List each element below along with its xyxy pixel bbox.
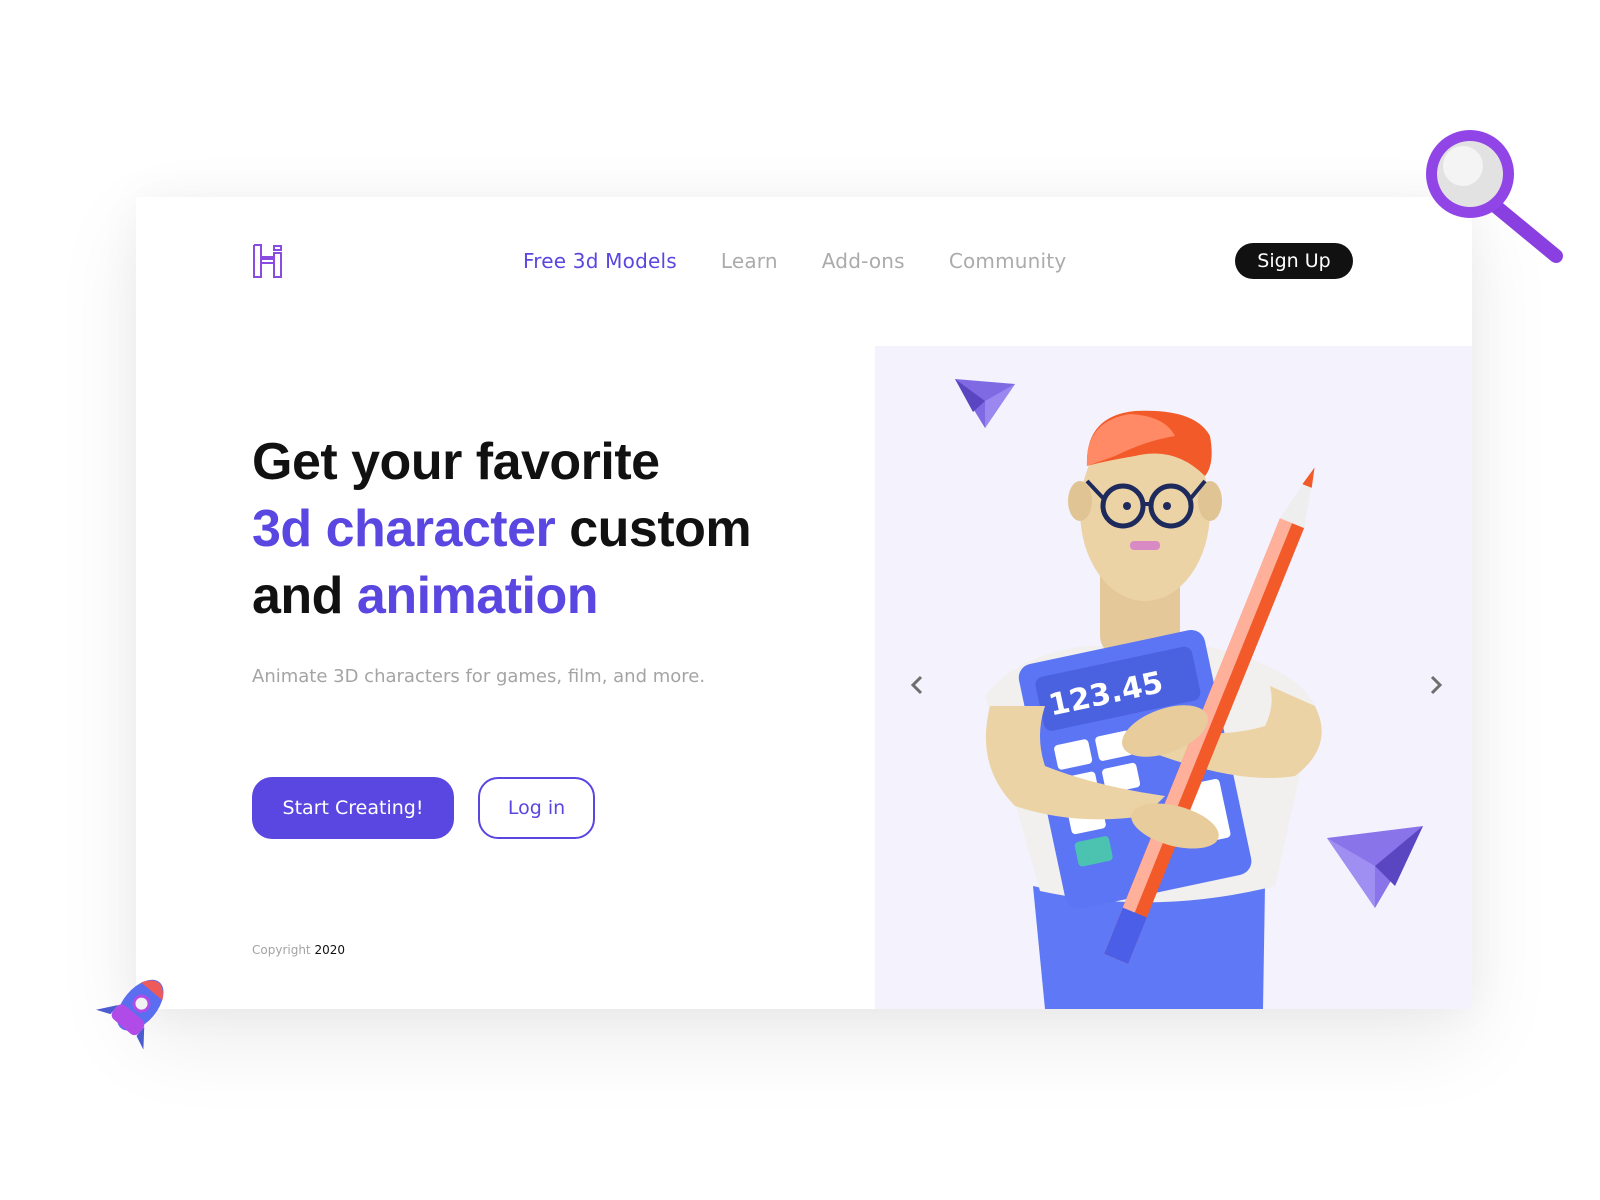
magnifier-icon: [1418, 124, 1568, 274]
chevron-left-icon: [910, 675, 923, 695]
copyright-year: 2020: [314, 943, 346, 957]
start-creating-button[interactable]: Start Creating!: [252, 777, 454, 839]
hero-subtext: Animate 3D characters for games, film, a…: [252, 666, 706, 687]
paper-plane-icon: [955, 379, 1015, 428]
carousel-next-button[interactable]: [1422, 668, 1450, 702]
nav-item-add-ons[interactable]: Add-ons: [822, 249, 905, 273]
headline-line-3-start: and: [252, 567, 357, 625]
main-nav: Free 3d Models Learn Add-ons Community: [523, 247, 1066, 275]
brand-logo[interactable]: [252, 243, 286, 279]
headline-highlight-2: animation: [356, 567, 599, 625]
landing-page-card: Free 3d Models Learn Add-ons Community S…: [136, 197, 1472, 1009]
copyright: Copyright 2020: [252, 943, 345, 957]
hero-headline: Get your favorite 3d character custom an…: [252, 429, 812, 630]
sign-up-button[interactable]: Sign Up: [1235, 243, 1353, 279]
carousel-prev-button[interactable]: [903, 668, 931, 702]
character-illustration: 123.45: [955, 379, 1423, 1009]
headline-line-2-rest: custom: [555, 500, 752, 558]
headline-line-1: Get your favorite: [252, 433, 660, 491]
paper-plane-icon: [1327, 826, 1423, 908]
log-in-button[interactable]: Log in: [478, 777, 595, 839]
nav-item-learn[interactable]: Learn: [721, 249, 778, 273]
nav-item-free-3d-models[interactable]: Free 3d Models: [523, 249, 677, 273]
h-logo-icon: [253, 244, 282, 278]
chevron-right-icon: [1430, 675, 1443, 695]
hero-illustration-carousel: 123.45: [875, 346, 1472, 1009]
nav-item-community[interactable]: Community: [949, 249, 1067, 273]
copyright-label: Copyright: [252, 943, 311, 957]
rocket-icon: [95, 968, 178, 1050]
headline-highlight-1: 3d character: [252, 500, 556, 558]
